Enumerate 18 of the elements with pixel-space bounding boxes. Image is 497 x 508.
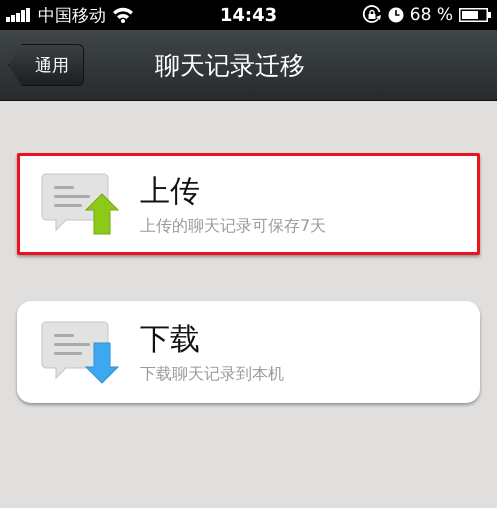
option-description: 上传的聊天记录可保存7天 — [140, 216, 326, 237]
back-button[interactable]: 通用 — [8, 44, 84, 86]
page-title: 聊天记录迁移 — [155, 50, 305, 82]
option-title: 下载 — [140, 321, 201, 359]
option-description: 下载聊天记录到本机 — [140, 364, 284, 385]
option-title: 上传 — [140, 173, 201, 211]
battery-percent: 68 % — [410, 5, 453, 25]
rotation-lock-icon — [362, 5, 382, 25]
battery-icon — [459, 8, 491, 22]
chat-download-icon — [40, 320, 120, 384]
signal-icon — [6, 8, 32, 22]
option-card[interactable]: 上传 上传的聊天记录可保存7天 — [17, 153, 480, 255]
chat-upload-icon — [40, 172, 120, 236]
status-time: 14:43 — [220, 4, 278, 26]
clock-icon — [388, 7, 404, 23]
wifi-icon — [112, 7, 134, 23]
carrier-name: 中国移动 — [38, 4, 106, 26]
option-card[interactable]: 下载 下载聊天记录到本机 — [17, 301, 480, 403]
